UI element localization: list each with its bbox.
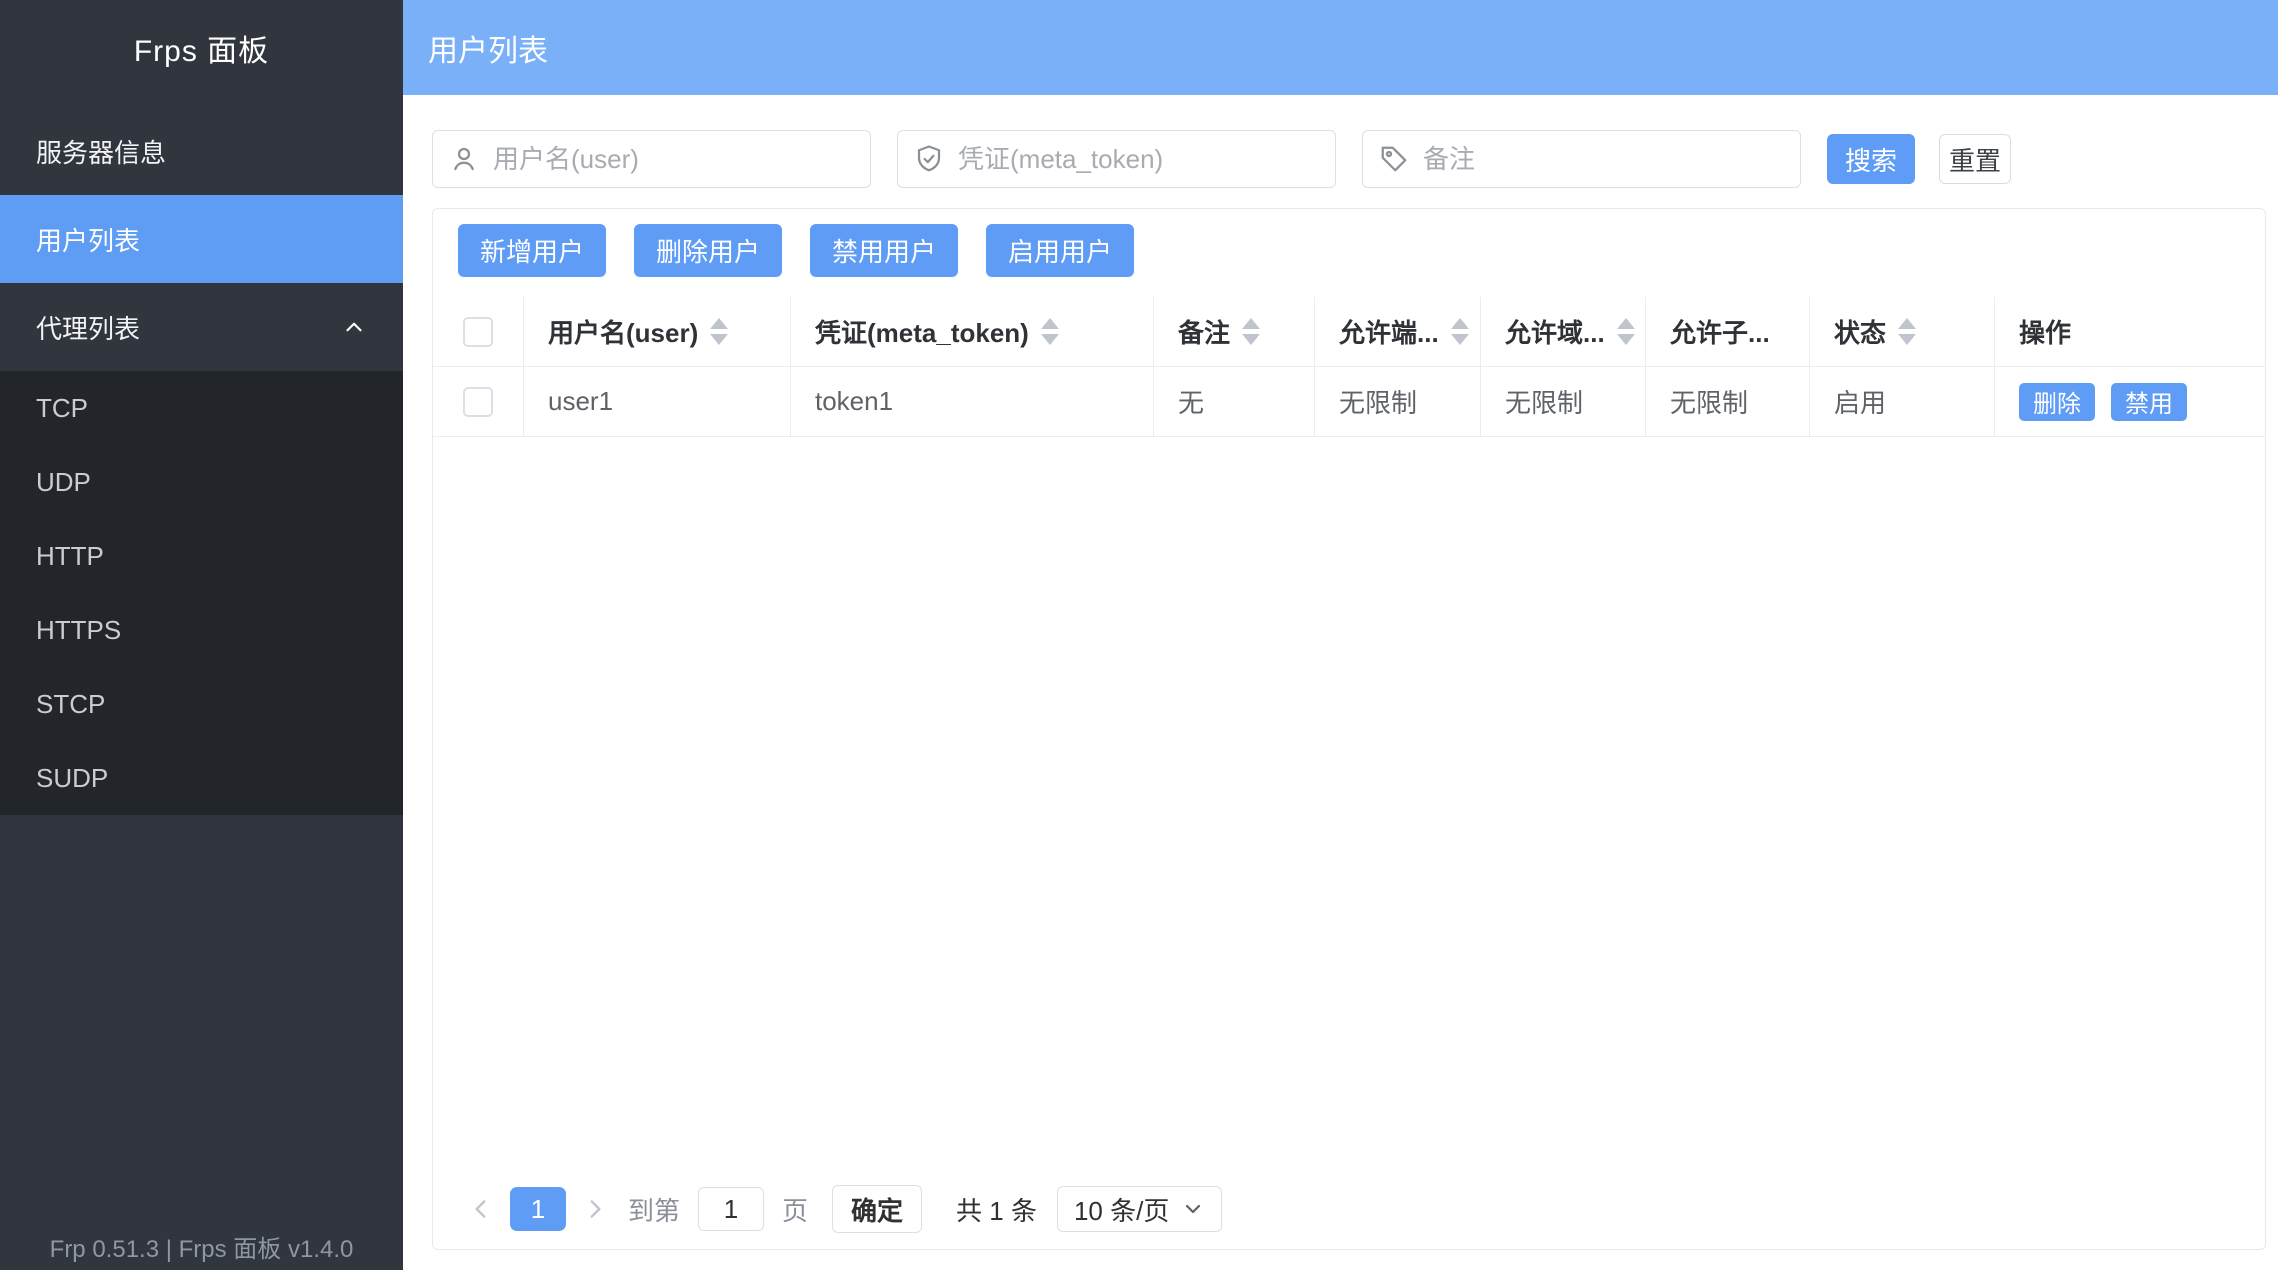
app-title: Frps 面板	[0, 0, 403, 95]
shield-check-icon	[914, 144, 944, 174]
sidebar-item-label: 服务器信息	[36, 133, 166, 170]
cell-subdomains: 无限制	[1646, 367, 1810, 436]
header-note[interactable]: 备注	[1154, 297, 1315, 366]
sidebar-item-label: STCP	[36, 689, 105, 720]
page-header: 用户列表	[403, 0, 2278, 95]
enable-user-button[interactable]: 启用用户	[986, 224, 1134, 277]
add-user-button[interactable]: 新增用户	[458, 224, 606, 277]
user-table-panel: 新增用户 删除用户 禁用用户 启用用户 用户名(user) 凭证(meta_to…	[432, 208, 2266, 1250]
header-label: 备注	[1178, 313, 1230, 350]
header-label: 状态	[1834, 313, 1886, 350]
disable-user-button[interactable]: 禁用用户	[810, 224, 958, 277]
search-row: 搜索 重置	[432, 130, 2266, 188]
user-icon	[449, 144, 479, 174]
page-size-value: 10 条/页	[1074, 1191, 1169, 1228]
sidebar-item-stcp[interactable]: STCP	[0, 667, 403, 741]
sidebar-item-label: SUDP	[36, 763, 108, 794]
table-header-row: 用户名(user) 凭证(meta_token) 备注 允许端...	[433, 297, 2265, 367]
header-label: 允许端...	[1339, 313, 1439, 350]
sidebar-item-proxy-list[interactable]: 代理列表	[0, 283, 403, 371]
sidebar-item-label: 用户列表	[36, 221, 140, 258]
chevron-right-icon[interactable]	[582, 1196, 608, 1222]
page-number-button[interactable]: 1	[510, 1187, 566, 1231]
sidebar-item-label: HTTP	[36, 541, 104, 572]
header-label: 允许域...	[1505, 313, 1605, 350]
goto-page-input[interactable]	[698, 1187, 764, 1231]
page-title: 用户列表	[428, 26, 548, 70]
sidebar-item-sudp[interactable]: SUDP	[0, 741, 403, 815]
sidebar-item-label: UDP	[36, 467, 91, 498]
frps-dashboard: Frps 面板 服务器信息 用户列表 代理列表 TCP UDP HTTP HTT…	[0, 0, 2278, 1270]
sort-icon[interactable]	[1451, 318, 1469, 345]
chevron-up-icon	[341, 314, 367, 340]
user-table: 用户名(user) 凭证(meta_token) 备注 允许端...	[433, 297, 2265, 437]
header-allowed-domains[interactable]: 允许域...	[1481, 297, 1646, 366]
pagination: 1 到第 页 确定 共 1 条 10 条/页	[433, 1185, 2265, 1249]
cell-username: user1	[524, 367, 791, 436]
table-row: user1 token1 无 无限制 无限制 无限制 启用 删除 禁用	[433, 367, 2265, 437]
sidebar-menu: 服务器信息 用户列表 代理列表 TCP UDP HTTP HTTPS STCP …	[0, 107, 403, 1229]
delete-user-button[interactable]: 删除用户	[634, 224, 782, 277]
page-size-select[interactable]: 10 条/页	[1057, 1186, 1222, 1232]
total-count-label: 共 1 条	[956, 1191, 1037, 1228]
header-allowed-subdomains[interactable]: 允许子...	[1646, 297, 1810, 366]
header-token[interactable]: 凭证(meta_token)	[791, 297, 1154, 366]
row-checkbox-cell	[433, 367, 524, 436]
main-area: 用户列表 搜索 重置 新增用户 删除用户 禁用用户	[403, 0, 2278, 1270]
version-text: Frp 0.51.3 | Frps 面板 v1.4.0	[0, 1229, 403, 1270]
username-input[interactable]	[493, 144, 854, 175]
token-input[interactable]	[958, 144, 1319, 175]
goto-confirm-button[interactable]: 确定	[832, 1185, 922, 1233]
sidebar-item-label: 代理列表	[36, 309, 140, 346]
token-field-wrapper	[897, 130, 1336, 188]
header-label: 操作	[2019, 313, 2071, 350]
header-actions: 操作	[1995, 297, 2265, 366]
proxy-submenu: TCP UDP HTTP HTTPS STCP SUDP	[0, 371, 403, 815]
select-all-checkbox[interactable]	[463, 317, 493, 347]
sidebar: Frps 面板 服务器信息 用户列表 代理列表 TCP UDP HTTP HTT…	[0, 0, 403, 1270]
tag-icon	[1379, 144, 1409, 174]
sidebar-item-udp[interactable]: UDP	[0, 445, 403, 519]
cell-ports: 无限制	[1315, 367, 1481, 436]
sort-icon[interactable]	[1617, 318, 1635, 345]
chevron-down-icon	[1181, 1197, 1205, 1221]
sidebar-item-user-list[interactable]: 用户列表	[0, 195, 403, 283]
search-button[interactable]: 搜索	[1827, 134, 1915, 184]
reset-button[interactable]: 重置	[1939, 134, 2011, 184]
sort-icon[interactable]	[710, 318, 728, 345]
sidebar-item-label: TCP	[36, 393, 88, 424]
toolbar: 新增用户 删除用户 禁用用户 启用用户	[433, 209, 2265, 277]
cell-note: 无	[1154, 367, 1315, 436]
header-checkbox-cell	[433, 297, 524, 366]
row-checkbox[interactable]	[463, 387, 493, 417]
sidebar-item-server-info[interactable]: 服务器信息	[0, 107, 403, 195]
cell-domains: 无限制	[1481, 367, 1646, 436]
header-allowed-ports[interactable]: 允许端...	[1315, 297, 1481, 366]
cell-status: 启用	[1810, 367, 1995, 436]
username-field-wrapper	[432, 130, 871, 188]
goto-prefix-label: 到第	[628, 1191, 680, 1228]
note-input[interactable]	[1423, 144, 1784, 175]
cell-actions: 删除 禁用	[1995, 367, 2265, 436]
sort-icon[interactable]	[1898, 318, 1916, 345]
note-field-wrapper	[1362, 130, 1801, 188]
goto-suffix-label: 页	[782, 1191, 808, 1228]
sidebar-item-tcp[interactable]: TCP	[0, 371, 403, 445]
sort-icon[interactable]	[1242, 318, 1260, 345]
header-status[interactable]: 状态	[1810, 297, 1995, 366]
chevron-left-icon[interactable]	[468, 1196, 494, 1222]
header-label: 凭证(meta_token)	[815, 313, 1029, 350]
sidebar-item-label: HTTPS	[36, 615, 121, 646]
sort-icon[interactable]	[1041, 318, 1059, 345]
row-delete-button[interactable]: 删除	[2019, 383, 2095, 421]
sidebar-item-http[interactable]: HTTP	[0, 519, 403, 593]
header-label: 用户名(user)	[548, 313, 698, 350]
header-username[interactable]: 用户名(user)	[524, 297, 791, 366]
sidebar-item-https[interactable]: HTTPS	[0, 593, 403, 667]
header-label: 允许子...	[1670, 313, 1770, 350]
cell-token: token1	[791, 367, 1154, 436]
row-disable-button[interactable]: 禁用	[2111, 383, 2187, 421]
